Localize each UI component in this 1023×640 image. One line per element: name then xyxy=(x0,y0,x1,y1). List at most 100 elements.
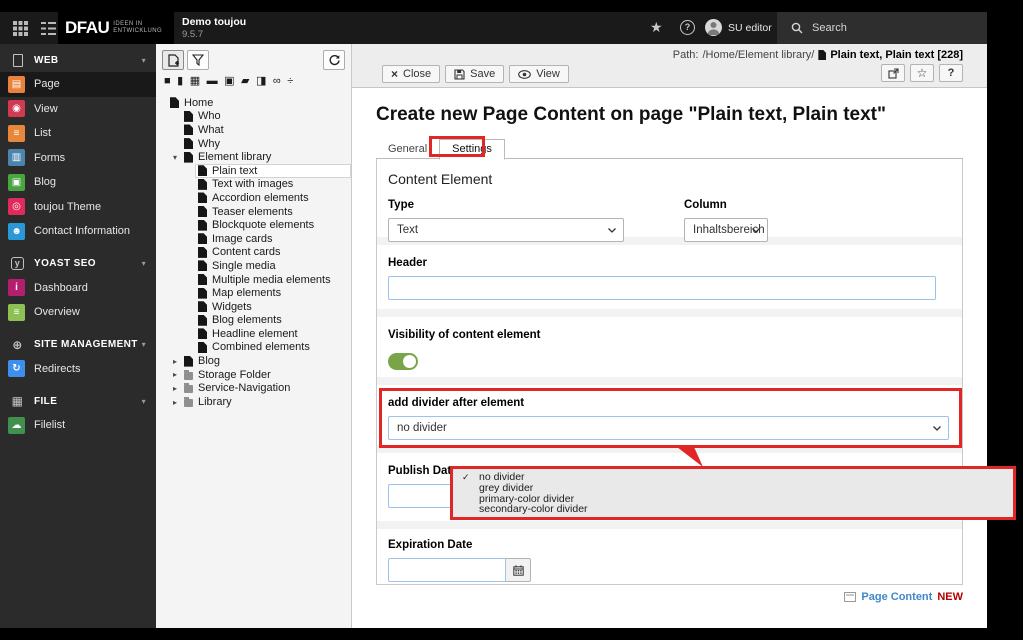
sidebar-item-contact-information[interactable]: ☻Contact Information xyxy=(0,219,156,244)
tree-node-multiple-media-elements[interactable]: Multiple media elements xyxy=(156,273,351,287)
tree-node-label: Who xyxy=(198,110,221,122)
sidebar-item-forms[interactable]: ▥Forms xyxy=(0,146,156,171)
bookmark-star-icon[interactable]: ★ xyxy=(650,19,663,36)
sidebar-item-label: Forms xyxy=(34,152,65,164)
tree-node-element-library[interactable]: ▾Element library xyxy=(156,150,351,164)
collapse-icon[interactable]: ▾ xyxy=(173,153,177,162)
expand-icon[interactable]: ▸ xyxy=(173,357,177,366)
tree-node-widgets[interactable]: Widgets xyxy=(156,300,351,314)
record-type-link[interactable]: Page Content xyxy=(861,591,932,603)
divider-select[interactable]: no divider xyxy=(388,416,949,440)
tree-node-accordion-elements[interactable]: Accordion elements xyxy=(156,191,351,205)
dropdown-option-no-divider[interactable]: ✓no divider xyxy=(453,472,1013,483)
link-icon[interactable]: ∞ xyxy=(273,74,281,88)
sidebar-item-label: Dashboard xyxy=(34,282,88,294)
help-icon[interactable]: ? xyxy=(680,20,695,35)
tree-node-who[interactable]: Who xyxy=(156,110,351,124)
external-page-icon[interactable]: ◨ xyxy=(256,74,266,88)
record-title: Plain text, Plain text [228] xyxy=(830,49,963,61)
tree-node-what[interactable]: What xyxy=(156,123,351,137)
page-icon[interactable]: ▮ xyxy=(177,74,183,88)
sidebar-item-toujou-theme[interactable]: ◎toujou Theme xyxy=(0,195,156,220)
page-icon xyxy=(170,97,179,108)
tree-node-why[interactable]: Why xyxy=(156,137,351,151)
star-icon: ☆ xyxy=(917,66,928,80)
pagetree-toggle-icon[interactable] xyxy=(40,20,57,37)
column-select[interactable]: Inhaltsbereich xyxy=(684,218,768,242)
chevron-down-icon xyxy=(752,228,760,233)
backend-layout-icon[interactable]: ▦ xyxy=(190,74,200,88)
tree-node-label: Plain text xyxy=(212,165,257,177)
expand-icon[interactable]: ▸ xyxy=(173,398,177,407)
tab-general[interactable]: General xyxy=(376,140,439,159)
expand-icon[interactable]: ▸ xyxy=(173,384,177,393)
folder-icon[interactable]: ▰ xyxy=(241,74,249,88)
toujou-theme-module-icon: ◎ xyxy=(8,198,25,215)
apps-grid-icon[interactable] xyxy=(12,20,29,37)
tree-node-content-cards[interactable]: Content cards xyxy=(156,246,351,260)
chevron-down-icon: ▾ xyxy=(142,56,146,65)
sidebar-item-overview[interactable]: ≡Overview xyxy=(0,300,156,325)
dropdown-option-secondary-color-divider[interactable]: secondary-color divider xyxy=(453,504,1013,515)
sidebar-section-label: YOAST SEO xyxy=(34,258,96,269)
sidebar-item-list[interactable]: ≡List xyxy=(0,121,156,146)
list-module-icon: ≡ xyxy=(8,125,25,142)
avatar[interactable] xyxy=(705,19,722,36)
brand-tagline: IDEEN IN ENTWICKLUNG xyxy=(113,21,162,35)
type-select[interactable]: Text xyxy=(388,218,624,242)
refresh-button[interactable] xyxy=(323,50,345,70)
tree-node-blog-elements[interactable]: Blog elements xyxy=(156,314,351,328)
expiration-date-calendar-button[interactable] xyxy=(506,558,531,582)
brand-name: DFAU xyxy=(65,18,109,38)
tree-node-headline-element[interactable]: Headline element xyxy=(156,327,351,341)
sidebar-section-web[interactable]: WEB▾ xyxy=(0,48,156,72)
tree-node-combined-elements[interactable]: Combined elements xyxy=(156,341,351,355)
docheader-help-button[interactable]: ? xyxy=(939,64,963,82)
view-button[interactable]: View xyxy=(509,65,569,83)
save-button[interactable]: Save xyxy=(445,65,504,83)
tree-node-label: Headline element xyxy=(212,328,298,340)
sidebar-section-site-management[interactable]: ⊕SITE MANAGEMENT▾ xyxy=(0,333,156,357)
filter-button[interactable] xyxy=(187,50,209,70)
mountpoint-icon[interactable]: ▣ xyxy=(224,74,234,88)
tree-node-text-with-images[interactable]: Text with images xyxy=(156,178,351,192)
username[interactable]: SU editor xyxy=(728,22,772,34)
sidebar-section-yoast-seo[interactable]: yYOAST SEO▾ xyxy=(0,252,156,276)
sidebar-item-page[interactable]: ▤Page xyxy=(0,72,156,97)
search-input[interactable]: Search xyxy=(777,12,987,44)
header-input[interactable] xyxy=(388,276,936,300)
chevron-down-icon: ▾ xyxy=(142,259,146,268)
expiration-date-input[interactable] xyxy=(388,558,506,582)
page-standard-icon[interactable]: ■ xyxy=(164,74,171,88)
shortcut-icon[interactable]: ▬ xyxy=(207,74,218,88)
tree-node-teaser-elements[interactable]: Teaser elements xyxy=(156,205,351,219)
tree-node-blog[interactable]: ▸Blog xyxy=(156,354,351,368)
tree-node-single-media[interactable]: Single media xyxy=(156,259,351,273)
expand-icon[interactable]: ▸ xyxy=(173,370,177,379)
page-icon xyxy=(184,111,193,122)
search-placeholder: Search xyxy=(812,22,847,34)
tree-node-service-navigation[interactable]: ▸Service-Navigation xyxy=(156,381,351,395)
tree-node-map-elements[interactable]: Map elements xyxy=(156,286,351,300)
sidebar-item-dashboard[interactable]: iDashboard xyxy=(0,276,156,301)
divider-icon[interactable]: ÷ xyxy=(287,74,293,88)
tree-node-library[interactable]: ▸Library xyxy=(156,395,351,409)
expiration-date-label: Expiration Date xyxy=(388,539,951,551)
sidebar-item-view[interactable]: ◉View xyxy=(0,97,156,122)
open-in-new-window-button[interactable] xyxy=(881,64,905,82)
sidebar-item-filelist[interactable]: ☁Filelist xyxy=(0,413,156,438)
visibility-toggle[interactable] xyxy=(388,353,418,370)
brand-logo[interactable]: DFAU IDEEN IN ENTWICKLUNG xyxy=(58,12,174,44)
new-page-button[interactable] xyxy=(162,50,184,70)
tree-node-home[interactable]: Home xyxy=(156,96,351,110)
sidebar-item-blog[interactable]: ▣Blog xyxy=(0,170,156,195)
tree-node-image-cards[interactable]: Image cards xyxy=(156,232,351,246)
close-button[interactable]: × Close xyxy=(382,65,440,83)
bookmark-button[interactable]: ☆ xyxy=(910,64,934,82)
sidebar-section-file[interactable]: ▦FILE▾ xyxy=(0,389,156,413)
tree-node-plain-text[interactable]: Plain text xyxy=(156,164,351,178)
tree-node-blockquote-elements[interactable]: Blockquote elements xyxy=(156,218,351,232)
tree-node-storage-folder[interactable]: ▸Storage Folder xyxy=(156,368,351,382)
sidebar-item-redirects[interactable]: ↻Redirects xyxy=(0,357,156,382)
tab-settings[interactable]: Settings xyxy=(439,139,505,160)
